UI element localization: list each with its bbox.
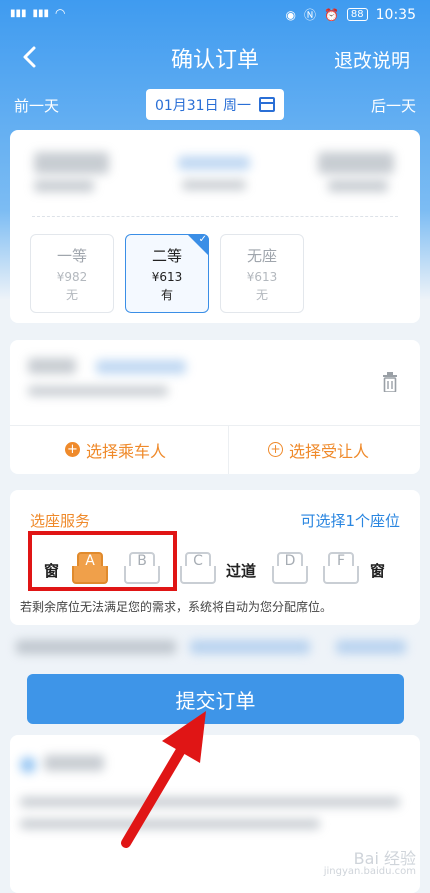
blurred-duration: [182, 180, 246, 190]
seat-class-no-seat[interactable]: 无座 ¥613 无: [220, 234, 304, 313]
passenger-card: + 选择乘车人 + 选择受让人: [10, 340, 420, 474]
select-beneficiary-button[interactable]: + 选择受让人: [268, 425, 369, 474]
nfc-icon: Ⓝ: [303, 8, 316, 22]
seat-allocation-note: 若剩余席位无法满足您的需求，系统将自动为您分配席位。: [20, 600, 333, 614]
plus-icon: +: [65, 442, 80, 457]
seat-service-title: 选座服务: [30, 512, 91, 530]
divider: [228, 425, 229, 474]
aisle-label: 过道: [226, 562, 257, 580]
blurred-arrival: [318, 152, 394, 174]
watermark-url: jingyan.baidu.com: [323, 866, 416, 877]
calendar-icon: [259, 97, 276, 112]
status-bar: ▮▮▮ ▮▮▮ ◠ ◉ Ⓝ ⏰ 88 10:35: [0, 0, 430, 32]
select-passenger-button[interactable]: + 选择乘车人: [65, 425, 166, 474]
signal-icon-2: ▮▮▮: [32, 7, 50, 19]
seat-d[interactable]: D: [272, 552, 308, 586]
train-info-card: 一等 ¥982 无 ✓ 二等 ¥613 有 无座 ¥613 无: [10, 130, 420, 323]
highlight-box: [28, 531, 177, 591]
date-picker[interactable]: 01月31日 周一: [146, 89, 284, 120]
red-arrow-annotation: [121, 711, 206, 848]
window-label-right: 窗: [370, 562, 386, 580]
blurred-passenger-type: [96, 360, 186, 374]
signal-icon: ▮▮▮: [10, 7, 27, 19]
blurred-info-row: [10, 636, 420, 660]
seat-service-hint: 可选择1个座位: [300, 512, 400, 530]
eye-icon: ◉: [285, 7, 296, 22]
blurred-arrival-station: [328, 180, 388, 192]
seat-c[interactable]: C: [180, 552, 216, 586]
blurred-departure-station: [34, 180, 94, 192]
blurred-passenger-id: [28, 386, 168, 396]
blurred-passenger-name: [28, 358, 76, 374]
divider: [32, 216, 398, 217]
blurred-departure: [34, 152, 109, 174]
clock: 10:35: [375, 6, 416, 23]
seat-class-second[interactable]: ✓ 二等 ¥613 有: [125, 234, 209, 313]
seat-f[interactable]: F: [323, 552, 359, 586]
plus-outline-icon: +: [268, 442, 283, 457]
wifi-icon: ◠: [55, 6, 66, 20]
trash-icon[interactable]: [382, 372, 398, 392]
date-text: 01月31日 周一: [154, 97, 252, 114]
next-day-button[interactable]: 后一天: [371, 95, 416, 116]
blurred-train-no: [178, 156, 250, 170]
seat-class-first[interactable]: 一等 ¥982 无: [30, 234, 114, 313]
prev-day-button[interactable]: 前一天: [14, 95, 59, 116]
battery-icon: 88: [346, 8, 368, 21]
refund-policy-link[interactable]: 退改说明: [334, 46, 410, 73]
alarm-icon: ⏰: [323, 7, 339, 22]
